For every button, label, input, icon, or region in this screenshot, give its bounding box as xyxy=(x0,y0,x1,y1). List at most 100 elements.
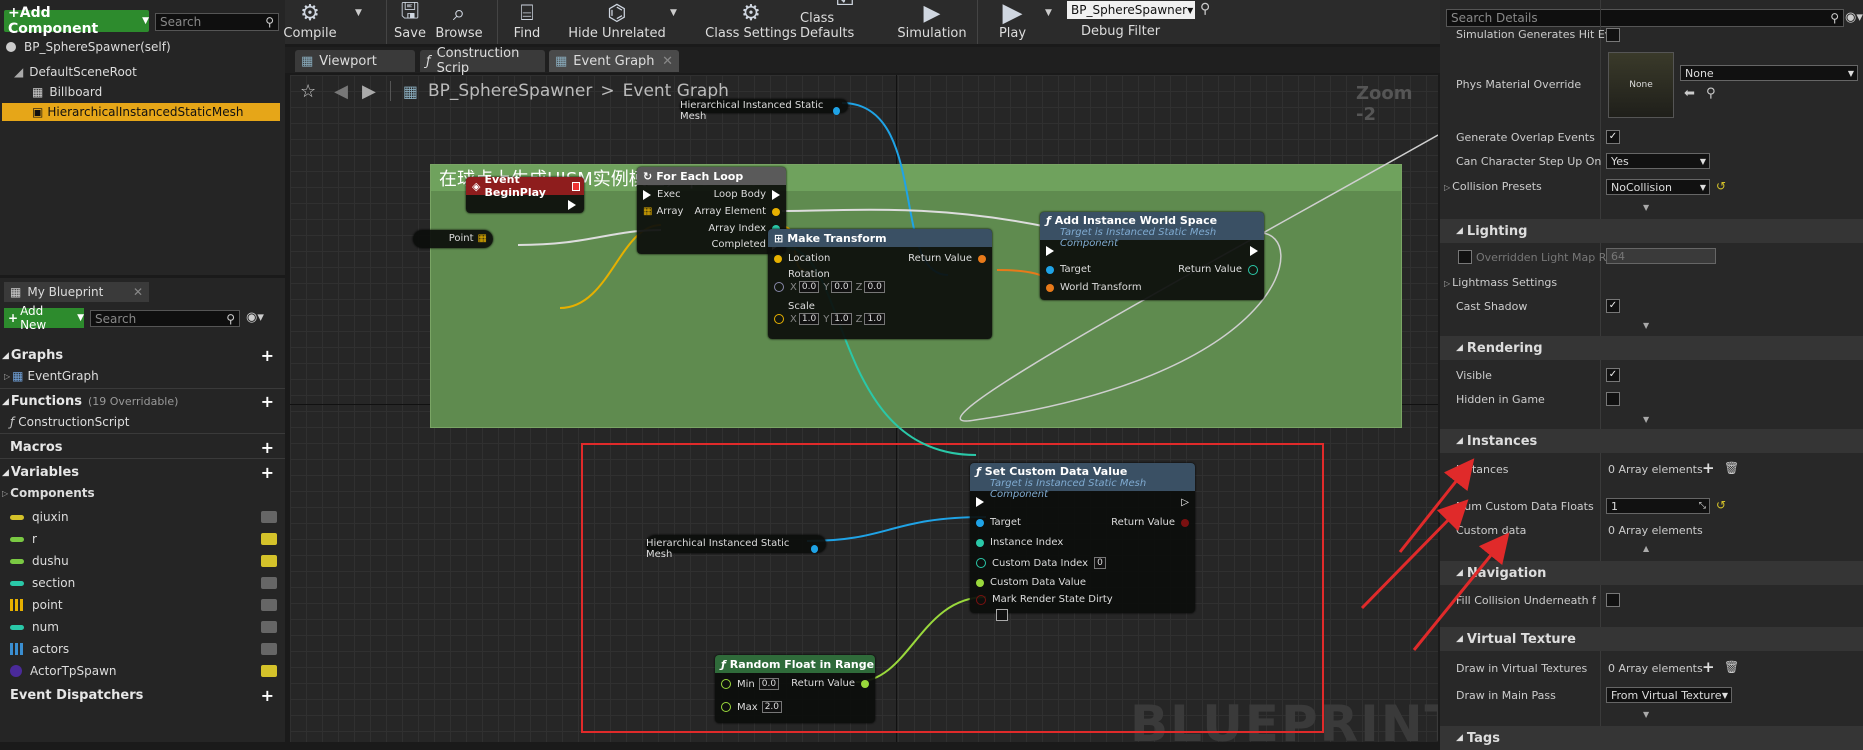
eye-icon[interactable] xyxy=(261,599,277,611)
blueprint-search-input[interactable]: Search ⚲ xyxy=(90,310,240,327)
section-tags[interactable]: ◢ Tags xyxy=(1440,726,1863,750)
scale-y-field[interactable]: 1.0 xyxy=(831,313,852,325)
variable-item[interactable]: section xyxy=(0,572,285,594)
view-options-icon[interactable]: ◉▾ xyxy=(1845,10,1863,25)
tab-construction-script[interactable]: ƒ Construction Scrip xyxy=(420,46,545,76)
eye-icon[interactable] xyxy=(261,665,277,677)
close-icon[interactable]: ✕ xyxy=(133,285,143,299)
hidden-in-game-checkbox[interactable] xyxy=(1606,392,1620,406)
graphs-section[interactable]: ◢ Graphs + xyxy=(2,346,282,365)
scale-z-field[interactable]: 1.0 xyxy=(864,313,885,325)
overridden-lightmap-checkbox[interactable] xyxy=(1458,250,1472,264)
advanced-expand-icon[interactable]: ▼ xyxy=(1643,321,1649,330)
chevron-down-icon[interactable]: ▼ xyxy=(355,8,362,18)
eye-icon[interactable] xyxy=(261,511,277,523)
exec-out-pin[interactable]: ▷ xyxy=(1181,497,1189,508)
tree-item-billboard[interactable]: ▦ Billboard xyxy=(32,85,102,99)
reset-to-default-icon[interactable]: ↺ xyxy=(1716,498,1726,512)
variable-item[interactable]: actors xyxy=(0,638,285,660)
exec-out-pin[interactable] xyxy=(568,200,576,210)
add-dispatcher-icon[interactable]: + xyxy=(261,686,274,705)
exec-out-pin[interactable] xyxy=(1250,246,1258,256)
array-element-pin[interactable]: Array Element xyxy=(694,206,780,217)
browse-search-icon[interactable]: ⚲ xyxy=(1706,86,1716,101)
eye-icon[interactable] xyxy=(261,643,277,655)
return-value-pin[interactable]: Return Value xyxy=(791,678,869,689)
rotation-pin[interactable]: X 0.0 Y 0.0 Z 0.0 xyxy=(774,281,885,293)
set-custom-data-node[interactable]: ƒ Set Custom Data Value Target is Instanc… xyxy=(970,463,1195,621)
phys-material-select[interactable]: None ▼ xyxy=(1680,65,1858,81)
compile-button[interactable]: ⚙ Compile xyxy=(283,0,336,44)
target-pin[interactable]: Target xyxy=(976,517,1021,528)
construction-script-item[interactable]: ƒ ConstructionScript xyxy=(10,415,129,429)
max-pin[interactable]: Max 2.0 xyxy=(721,701,783,713)
location-pin[interactable]: Location xyxy=(774,253,830,264)
world-transform-pin[interactable]: World Transform xyxy=(1046,282,1142,293)
macros-section[interactable]: Macros + xyxy=(10,438,282,457)
sim-hit-events-checkbox[interactable] xyxy=(1606,28,1620,42)
chevron-down-icon[interactable]: ▼ xyxy=(1045,8,1052,18)
play-button[interactable]: ▶ Play xyxy=(985,0,1040,44)
custom-data-index-pin[interactable]: Custom Data Index 0 xyxy=(976,557,1106,569)
back-arrow-icon[interactable]: ◀ xyxy=(334,81,348,102)
variables-section[interactable]: ◢ Variables + xyxy=(2,463,282,482)
cast-shadow-checkbox[interactable]: ✓ xyxy=(1606,299,1620,313)
return-value-pin[interactable]: Return Value xyxy=(1178,264,1258,275)
event-beginplay-node[interactable]: ◈ Event BeginPlay xyxy=(466,173,584,213)
min-pin[interactable]: Min 0.0 xyxy=(721,678,780,690)
target-pin[interactable]: Target xyxy=(1046,264,1091,275)
browse-button[interactable]: ⌕ Browse xyxy=(433,0,485,44)
mark-dirty-checkbox[interactable] xyxy=(996,609,1008,621)
forward-arrow-icon[interactable]: ▶ xyxy=(362,81,376,102)
variable-item[interactable]: num xyxy=(0,616,285,638)
min-field[interactable]: 0.0 xyxy=(758,678,780,690)
rotation-z-field[interactable]: 0.0 xyxy=(864,281,885,293)
add-element-icon[interactable]: + xyxy=(1702,459,1715,477)
functions-section[interactable]: ◢ Functions (19 Overridable) + xyxy=(2,392,282,411)
trash-icon[interactable]: 🗑 xyxy=(1724,660,1739,674)
variable-item[interactable]: ActorTpSpawn xyxy=(0,660,285,682)
eye-icon[interactable] xyxy=(261,533,277,545)
variable-item[interactable]: r xyxy=(0,528,285,550)
custom-data-value-pin[interactable]: Custom Data Value xyxy=(976,577,1086,588)
add-function-icon[interactable]: + xyxy=(261,392,274,411)
foreach-loop-node[interactable]: ↻ For Each Loop Exec ▦ Array Loop Body Arr… xyxy=(637,167,786,254)
rotation-y-field[interactable]: 0.0 xyxy=(831,281,852,293)
view-options-icon[interactable]: ◉▾ xyxy=(246,310,264,325)
advanced-expand-icon[interactable]: ▼ xyxy=(1643,710,1649,719)
prop-lightmass[interactable]: ▷ Lightmass Settings xyxy=(1444,276,1557,289)
custom-data-index-field[interactable]: 0 xyxy=(1094,557,1106,569)
return-value-pin[interactable]: Return Value xyxy=(1111,517,1189,528)
prop-collision-presets[interactable]: ▷ Collision Presets xyxy=(1444,180,1542,193)
section-rendering[interactable]: ◢ Rendering xyxy=(1440,336,1863,360)
variable-item[interactable]: dushu xyxy=(0,550,285,572)
draw-main-pass-select[interactable]: From Virtual Texture ▼ xyxy=(1606,687,1732,703)
visible-checkbox[interactable]: ✓ xyxy=(1606,368,1620,382)
simulation-button[interactable]: ▶ Simulation xyxy=(893,0,971,44)
output-pin[interactable] xyxy=(810,545,818,553)
advanced-collapse-icon[interactable]: ▲ xyxy=(1643,544,1649,553)
loop-body-pin[interactable]: Loop Body xyxy=(714,189,780,200)
instance-index-pin[interactable]: Instance Index xyxy=(976,537,1063,548)
num-custom-data-floats-field[interactable]: 1 ⤡ xyxy=(1606,498,1710,514)
phys-material-thumbnail[interactable]: None xyxy=(1608,52,1674,118)
variable-item[interactable]: qiuxin xyxy=(0,506,285,528)
add-element-icon[interactable]: + xyxy=(1702,658,1715,676)
scale-pin[interactable]: X 1.0 Y 1.0 Z 1.0 xyxy=(774,313,885,325)
fill-collision-checkbox[interactable] xyxy=(1606,593,1620,607)
random-float-node[interactable]: ƒ Random Float in Range Min 0.0 Return Val… xyxy=(715,655,875,723)
hide-unrelated-button[interactable]: ⌬ Hide Unrelated xyxy=(567,0,667,44)
chevron-down-icon[interactable]: ▼ xyxy=(670,8,677,18)
class-settings-button[interactable]: ⚙ Class Settings xyxy=(705,0,797,44)
can-step-up-select[interactable]: Yes ▼ xyxy=(1606,153,1710,169)
tree-item-hism[interactable]: ▣ HierarchicalInstancedStaticMesh xyxy=(2,103,280,121)
self-component[interactable]: BP_SphereSpawner(self) xyxy=(6,40,171,54)
add-variable-icon[interactable]: + xyxy=(261,463,274,482)
collision-presets-select[interactable]: NoCollision ▼ xyxy=(1606,179,1710,195)
exec-in-pin[interactable] xyxy=(976,497,984,507)
close-icon[interactable]: ✕ xyxy=(662,54,673,69)
overridden-lightmap-field[interactable]: 64 xyxy=(1606,248,1716,264)
advanced-expand-icon[interactable]: ▼ xyxy=(1643,415,1649,424)
eye-icon[interactable] xyxy=(261,555,277,567)
point-variable-node[interactable]: Point ▦ xyxy=(413,230,493,248)
